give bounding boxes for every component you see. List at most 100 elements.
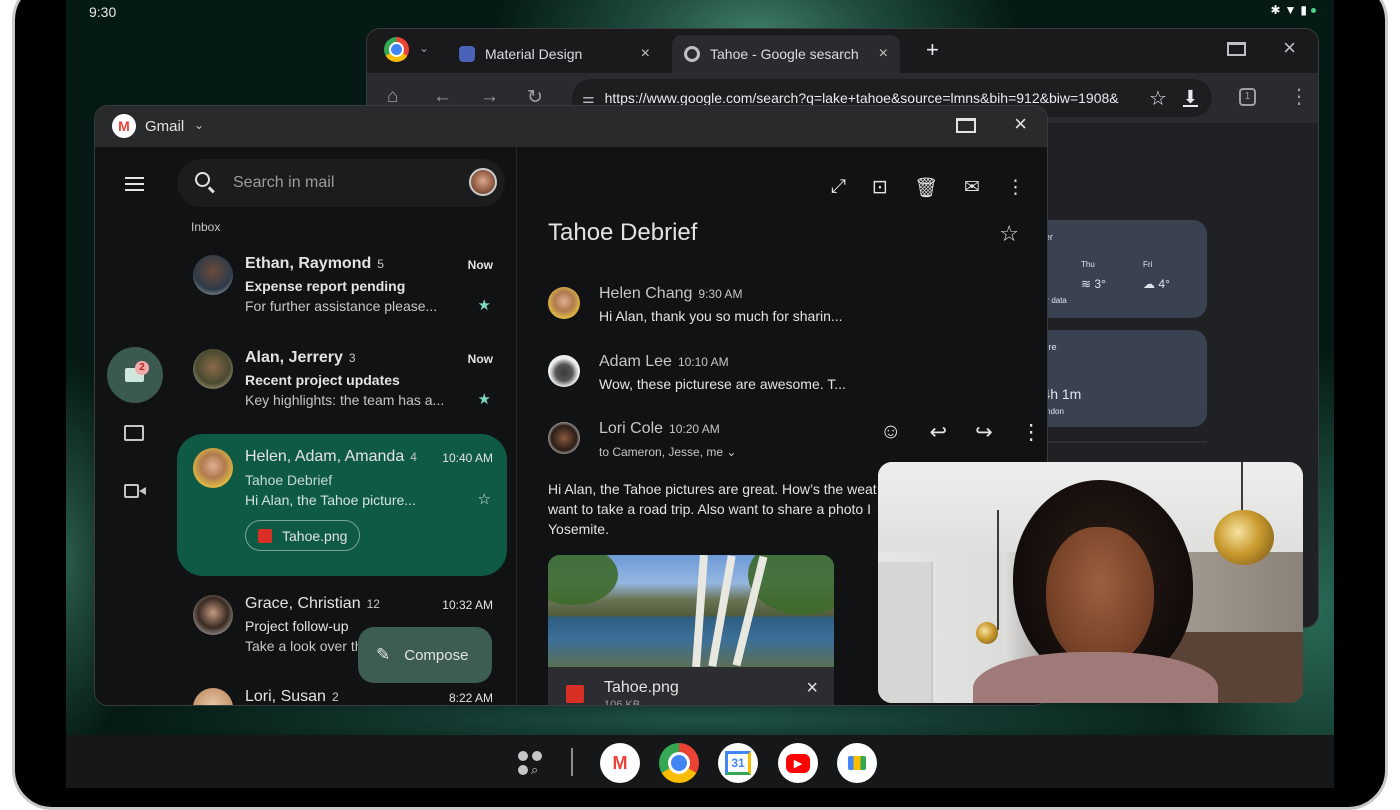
pencil-icon: ✎ <box>376 645 391 664</box>
thread-subject: Recent project updates <box>245 372 400 388</box>
emoji-react-icon[interactable]: ☺ <box>880 420 901 445</box>
weather-temp: ☁ 4° <box>1143 277 1170 291</box>
account-avatar[interactable] <box>469 168 497 196</box>
shelf-app-meet[interactable] <box>837 743 877 783</box>
avatar <box>193 595 233 635</box>
shelf-app-gmail[interactable]: M <box>600 743 640 783</box>
menu-icon[interactable] <box>125 177 144 195</box>
thread-row[interactable]: Ethan, Raymond 5 Now Expense report pendi… <box>177 247 507 337</box>
chevron-down-icon[interactable]: ⌄ <box>194 118 204 132</box>
shelf-app-youtube[interactable]: ▶ <box>778 743 818 783</box>
thread-row-selected[interactable]: Helen, Adam, Amanda 4 10:40 AM Tahoe Debr… <box>177 434 507 576</box>
shelf-app-calendar[interactable]: 31 <box>718 743 758 783</box>
star-filled-icon[interactable]: ★ <box>478 296 491 314</box>
tab-close-icon[interactable]: × <box>641 45 650 63</box>
message-time: 9:30 AM <box>698 287 743 301</box>
message-snippet: Wow, these picturese are awesome. T... <box>599 376 846 392</box>
star-outline-icon[interactable]: ☆ <box>999 221 1019 247</box>
bluetooth-icon: ✱ <box>1270 3 1281 17</box>
thread-time: 10:40 AM <box>442 451 493 465</box>
mark-unread-icon[interactable]: ✉ <box>964 176 980 200</box>
search-input[interactable]: Search in mail <box>233 174 334 192</box>
thread-sender: Grace, Christian 12 <box>245 595 380 612</box>
participant-face <box>1046 527 1154 667</box>
bookmark-star-icon[interactable]: ☆ <box>1149 86 1167 111</box>
close-icon[interactable]: × <box>806 677 818 700</box>
tab-label: Material Design <box>485 46 583 62</box>
compose-button[interactable]: ✎ Compose <box>358 627 492 683</box>
compose-label: Compose <box>404 646 469 664</box>
recipients[interactable]: to Cameron, Jesse, me ⌄ <box>599 445 736 459</box>
app-name: Gmail <box>145 118 185 135</box>
thread-list: Search in mail Inbox Ethan, Raymond 5 Now… <box>173 147 515 705</box>
thread-snippet: Take a look over the <box>245 638 371 654</box>
url-text[interactable]: https://www.google.com/search?q=lake+tah… <box>605 90 1149 106</box>
video-call-pip[interactable] <box>878 462 1303 703</box>
thread-sender: Helen, Adam, Amanda 4 <box>245 448 417 465</box>
status-icons: ✱ ▼ ▮ <box>1270 3 1316 17</box>
thread-snippet: Hi Alan, the Tahoe picture... <box>245 492 416 508</box>
star-outline-icon[interactable]: ☆ <box>478 490 491 508</box>
tab-close-icon[interactable]: × <box>879 45 888 63</box>
chat-icon[interactable] <box>124 425 144 441</box>
thread-title: Tahoe Debrief <box>548 219 698 246</box>
maximize-icon[interactable] <box>1227 42 1246 56</box>
message-sender: Lori Cole 10:20 AM <box>599 420 720 437</box>
meet-video-icon[interactable] <box>124 484 139 498</box>
thread-count: 5 <box>377 257 384 271</box>
expand-icon[interactable]: ⤢ <box>831 176 846 200</box>
notification-dot-icon <box>1311 7 1316 13</box>
attachment-chip[interactable]: Tahoe.png <box>245 520 361 551</box>
chrome-logo-icon[interactable] <box>384 37 409 62</box>
rail-mail-button[interactable]: 2 <box>107 347 163 403</box>
site-settings-icon[interactable]: ⚌ <box>582 90 595 107</box>
screen: 9:30 ✱ ▼ ▮ ⌄ Material Design × Tahoe - G… <box>66 0 1334 788</box>
search-bar[interactable]: Search in mail <box>177 159 505 207</box>
more-vert-icon[interactable]: ⋮ <box>1021 420 1042 445</box>
message-time: 10:20 AM <box>669 422 720 436</box>
avatar <box>548 287 580 319</box>
more-vert-icon[interactable]: ⋮ <box>1006 176 1025 200</box>
attachment-bar: Tahoe.png 106 KB × <box>548 667 834 705</box>
thread-row[interactable]: Lori, Susan 2 8:22 AM <box>177 680 507 705</box>
archive-icon[interactable]: ⊡ <box>872 176 888 200</box>
star-filled-icon[interactable]: ★ <box>478 390 491 408</box>
launcher-icon[interactable]: ⌕ <box>518 751 544 777</box>
battery-icon: ▮ <box>1300 3 1307 17</box>
message-snippet: Hi Alan, thank you so much for sharin... <box>599 308 843 324</box>
new-tab-button[interactable]: + <box>926 37 939 63</box>
tab-count-button[interactable]: 1 <box>1239 88 1256 106</box>
shelf-app-chrome[interactable] <box>659 743 699 783</box>
avatar <box>193 688 233 705</box>
delete-icon[interactable]: 🗑 <box>914 176 938 200</box>
video-door <box>878 562 933 703</box>
maximize-icon[interactable] <box>956 118 976 133</box>
attachment-preview[interactable]: Tahoe.png 106 KB × <box>548 555 834 705</box>
avatar <box>548 422 580 454</box>
more-vert-icon[interactable]: ⋮ <box>1289 84 1309 109</box>
tab-tahoe-google-search[interactable]: Tahoe - Google sesarch × <box>672 35 900 73</box>
search-icon <box>195 172 210 187</box>
snow-cloud-icon: ☁ <box>1143 277 1159 291</box>
nav-rail: 2 <box>95 147 173 705</box>
thread-row[interactable]: Alan, Jerrery 3 Now Recent project update… <box>177 341 507 431</box>
avatar <box>193 448 233 488</box>
window-close-icon[interactable]: × <box>1014 111 1027 137</box>
reply-icon[interactable]: ↩ <box>929 420 947 445</box>
chevron-down-icon: ⌄ <box>726 445 737 459</box>
attachment-name: Tahoe.png <box>282 527 348 544</box>
gmail-logo-icon: M <box>112 114 136 138</box>
thread-sender: Alan, Jerrery 3 <box>245 349 356 366</box>
tab-material-design[interactable]: Material Design × <box>447 35 662 73</box>
windy-icon: ≋ <box>1081 277 1095 291</box>
window-close-icon[interactable]: × <box>1283 35 1296 61</box>
mail-badge: 2 <box>135 361 149 375</box>
avatar <box>193 349 233 389</box>
thread-subject: Tahoe Debrief <box>245 472 333 488</box>
gmail-title-bar: M Gmail ⌄ × <box>95 106 1047 147</box>
thread-subject: Expense report pending <box>245 278 406 294</box>
download-icon[interactable]: ⬇ <box>1182 88 1198 107</box>
tab-search-chevron-icon[interactable]: ⌄ <box>419 41 429 55</box>
forward-icon[interactable]: ↪ <box>975 420 993 445</box>
weather-day-label: Fri <box>1143 260 1153 269</box>
